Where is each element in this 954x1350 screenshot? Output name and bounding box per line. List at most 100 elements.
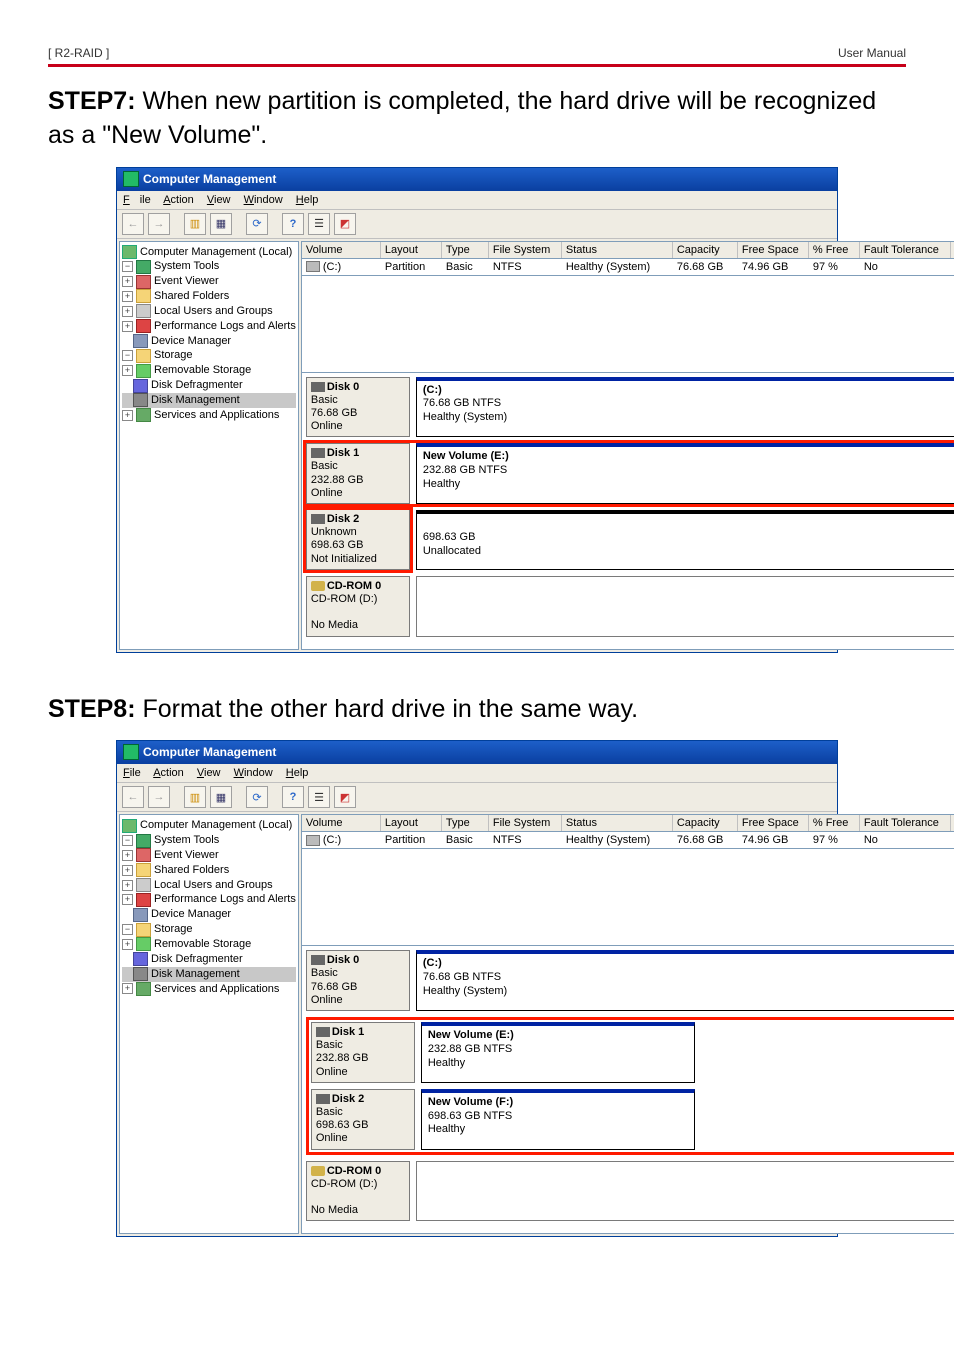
col-status[interactable]: Status bbox=[562, 242, 673, 258]
tree-shared-folders[interactable]: +Shared Folders bbox=[122, 863, 296, 878]
tree-event-viewer[interactable]: +Event Viewer bbox=[122, 274, 296, 289]
col-pct[interactable]: % Free bbox=[809, 242, 860, 258]
disk-icon bbox=[311, 448, 325, 458]
disk2-partition[interactable]: New Volume (F:)698.63 GB NTFSHealthy bbox=[421, 1089, 695, 1150]
col-capacity[interactable]: Capacity bbox=[673, 242, 738, 258]
cdrom-row[interactable]: CD-ROM 0CD-ROM (D:)No Media bbox=[306, 1161, 954, 1222]
step8-label: STEP8: bbox=[48, 695, 136, 723]
tree-removable-storage[interactable]: +Removable Storage bbox=[122, 937, 296, 952]
cdrom-partition bbox=[416, 1161, 954, 1222]
nav-tree: Computer Management (Local) −System Tool… bbox=[119, 241, 299, 650]
refresh-button[interactable]: ⟳ bbox=[246, 786, 268, 808]
col-fs[interactable]: File System bbox=[489, 242, 562, 258]
menu-help[interactable]: Help bbox=[286, 767, 309, 779]
rescan-button[interactable]: ◩ bbox=[334, 786, 356, 808]
col-type[interactable]: Type bbox=[442, 242, 489, 258]
rescan-button[interactable]: ◩ bbox=[334, 213, 356, 235]
help-button[interactable]: ? bbox=[282, 786, 304, 808]
tree-disk-defrag[interactable]: Disk Defragmenter bbox=[122, 378, 296, 393]
col-free[interactable]: Free Space bbox=[738, 815, 809, 831]
tree-disk-management[interactable]: Disk Management bbox=[122, 967, 296, 982]
tree-removable-storage[interactable]: +Removable Storage bbox=[122, 363, 296, 378]
up-button[interactable]: ▥ bbox=[184, 786, 206, 808]
step7-text: When new partition is completed, the har… bbox=[48, 87, 876, 149]
tree-root[interactable]: Computer Management (Local) bbox=[122, 245, 296, 260]
tree-disk-management[interactable]: Disk Management bbox=[122, 393, 296, 408]
disk2-row[interactable]: Disk 2Basic698.63 GBOnline New Volume (F… bbox=[311, 1089, 954, 1150]
nav-back-button[interactable]: ← bbox=[122, 786, 144, 808]
menu-view[interactable]: View bbox=[197, 767, 221, 779]
volume-row-c[interactable]: (C:) Partition Basic NTFS Healthy (Syste… bbox=[301, 832, 954, 849]
menu-file[interactable]: File bbox=[123, 194, 151, 206]
tree-perf-logs[interactable]: +Performance Logs and Alerts bbox=[122, 319, 296, 334]
tree-storage[interactable]: −Storage bbox=[122, 922, 296, 937]
tree-event-viewer[interactable]: +Event Viewer bbox=[122, 848, 296, 863]
menu-window[interactable]: Window bbox=[244, 194, 283, 206]
menu-action[interactable]: Action bbox=[163, 194, 194, 206]
tree-shared-folders[interactable]: +Shared Folders bbox=[122, 289, 296, 304]
disk0-partition[interactable]: (C:)76.68 GB NTFSHealthy (System) bbox=[416, 377, 954, 438]
drive-icon bbox=[306, 261, 320, 272]
disk2-partition[interactable]: 698.63 GBUnallocated bbox=[416, 510, 954, 570]
help-button[interactable]: ? bbox=[282, 213, 304, 235]
menu-action[interactable]: Action bbox=[153, 767, 184, 779]
props-button[interactable]: ▦ bbox=[210, 213, 232, 235]
window-titlebar[interactable]: Computer Management bbox=[117, 168, 837, 191]
col-fs[interactable]: File System bbox=[489, 815, 562, 831]
col-ft[interactable]: Fault Tolerance bbox=[860, 242, 951, 258]
col-volume[interactable]: Volume bbox=[302, 815, 381, 831]
settings-button[interactable]: ☰ bbox=[308, 213, 330, 235]
settings-button[interactable]: ☰ bbox=[308, 786, 330, 808]
tree-device-manager[interactable]: Device Manager bbox=[122, 907, 296, 922]
col-volume[interactable]: Volume bbox=[302, 242, 381, 258]
tree-root[interactable]: Computer Management (Local) bbox=[122, 818, 296, 833]
disk0-row[interactable]: Disk 0Basic76.68 GBOnline (C:)76.68 GB N… bbox=[306, 950, 954, 1011]
tree-device-manager[interactable]: Device Manager bbox=[122, 334, 296, 349]
props-button[interactable]: ▦ bbox=[210, 786, 232, 808]
menu-window[interactable]: Window bbox=[234, 767, 273, 779]
col-type[interactable]: Type bbox=[442, 815, 489, 831]
disk0-label: Disk 0Basic76.68 GBOnline bbox=[306, 377, 410, 438]
tree-system-tools[interactable]: −System Tools bbox=[122, 259, 296, 274]
disk1-partition[interactable]: New Volume (E:)232.88 GB NTFSHealthy bbox=[421, 1022, 695, 1083]
nav-back-button[interactable]: ← bbox=[122, 213, 144, 235]
tree-local-users[interactable]: +Local Users and Groups bbox=[122, 304, 296, 319]
tree-services-apps[interactable]: +Services and Applications bbox=[122, 982, 296, 997]
nav-fwd-button[interactable]: → bbox=[148, 786, 170, 808]
refresh-button[interactable]: ⟳ bbox=[246, 213, 268, 235]
col-layout[interactable]: Layout bbox=[381, 242, 442, 258]
col-pct[interactable]: % Free bbox=[809, 815, 860, 831]
col-free[interactable]: Free Space bbox=[738, 242, 809, 258]
window-titlebar[interactable]: Computer Management bbox=[117, 741, 837, 764]
col-layout[interactable]: Layout bbox=[381, 815, 442, 831]
volume-row-c[interactable]: (C:) Partition Basic NTFS Healthy (Syste… bbox=[301, 259, 954, 276]
up-button[interactable]: ▥ bbox=[184, 213, 206, 235]
tree-storage[interactable]: −Storage bbox=[122, 348, 296, 363]
tree-system-tools[interactable]: −System Tools bbox=[122, 833, 296, 848]
volume-list-empty bbox=[301, 276, 954, 373]
menu-bar: File Action View Window Help bbox=[117, 191, 837, 210]
col-ft[interactable]: Fault Tolerance bbox=[860, 815, 951, 831]
cdrom-row[interactable]: CD-ROM 0CD-ROM (D:)No Media bbox=[306, 576, 954, 637]
tree-local-users[interactable]: +Local Users and Groups bbox=[122, 878, 296, 893]
nav-fwd-button[interactable]: → bbox=[148, 213, 170, 235]
cd-icon bbox=[311, 1166, 325, 1176]
tree-perf-logs[interactable]: +Performance Logs and Alerts bbox=[122, 892, 296, 907]
volume-list-header: Volume Layout Type File System Status Ca… bbox=[301, 814, 954, 832]
disk0-row[interactable]: Disk 0Basic76.68 GBOnline (C:)76.68 GB N… bbox=[306, 377, 954, 438]
disk0-partition[interactable]: (C:)76.68 GB NTFSHealthy (System) bbox=[416, 950, 954, 1011]
tree-disk-defrag[interactable]: Disk Defragmenter bbox=[122, 952, 296, 967]
highlight-box: Disk 1Basic232.88 GBOnline New Volume (E… bbox=[306, 1017, 954, 1155]
menu-view[interactable]: View bbox=[207, 194, 231, 206]
disk1-row[interactable]: Disk 1Basic232.88 GBOnline New Volume (E… bbox=[311, 1022, 954, 1083]
menu-file[interactable]: File bbox=[123, 767, 141, 779]
disk0-label: Disk 0Basic76.68 GBOnline bbox=[306, 950, 410, 1011]
disk2-row[interactable]: Disk 2Unknown698.63 GBNot Initialized 69… bbox=[306, 510, 954, 570]
computer-management-window: Computer Management File Action View Win… bbox=[116, 167, 838, 653]
menu-help[interactable]: Help bbox=[296, 194, 319, 206]
disk1-row[interactable]: Disk 1Basic232.88 GBOnline New Volume (E… bbox=[306, 443, 954, 504]
disk1-partition[interactable]: New Volume (E:)232.88 GB NTFSHealthy bbox=[416, 443, 954, 504]
col-capacity[interactable]: Capacity bbox=[673, 815, 738, 831]
tree-services-apps[interactable]: +Services and Applications bbox=[122, 408, 296, 423]
col-status[interactable]: Status bbox=[562, 815, 673, 831]
